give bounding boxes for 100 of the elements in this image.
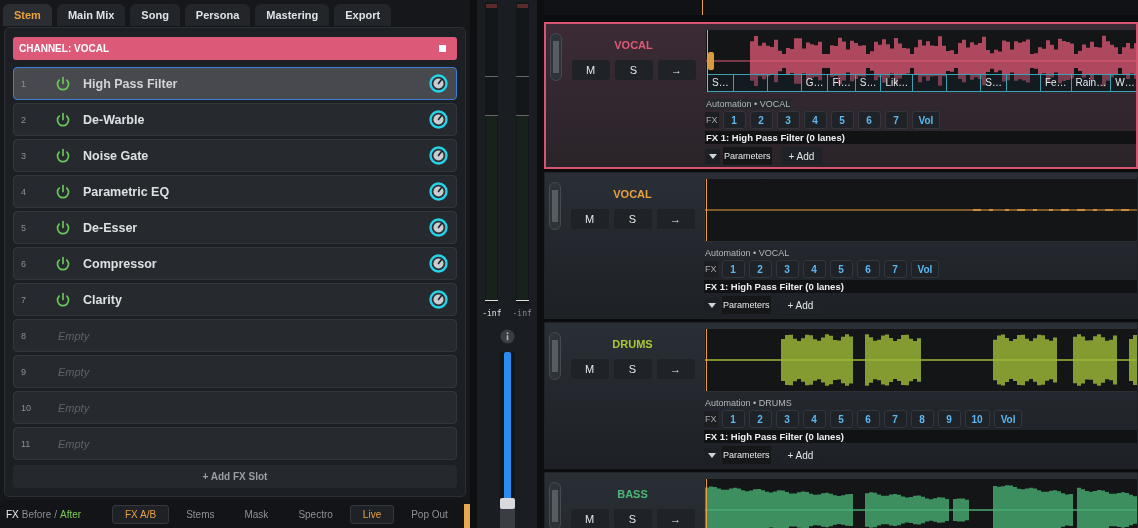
track-button[interactable]: M [571,60,610,80]
panel-tab[interactable]: Export [334,4,392,26]
view-button[interactable]: Mask [231,504,282,524]
fx-slot-button[interactable]: Vol [911,111,941,129]
expand-button[interactable] [705,148,720,164]
fx-slot-button[interactable]: 3 [775,260,799,278]
lyric-segment[interactable]: Fe… [1040,74,1072,92]
lyric-segment[interactable] [733,74,768,92]
knob-icon[interactable] [429,218,448,237]
knob-icon[interactable] [429,74,448,93]
knob-icon[interactable] [429,110,448,129]
fx-slot[interactable]: 10 Empty [13,391,457,424]
lyric-segment[interactable] [1006,74,1041,92]
panel-tab[interactable]: Mastering [255,4,330,26]
add-lane-button[interactable]: + Add [780,147,823,165]
fx-slot-button[interactable]: 10 [964,410,990,428]
fader-thumb[interactable] [499,497,515,509]
track-button[interactable]: → [657,60,696,80]
fx-slot-button[interactable]: 4 [802,410,826,428]
fx-slot[interactable]: 7 Clarity [13,283,457,316]
track-button[interactable]: S [613,359,652,379]
lyric-segment[interactable]: W… [1111,74,1136,92]
fx-slot[interactable]: 4 Parametric EQ [13,175,457,208]
panel-tab[interactable]: Stem [3,4,52,26]
add-fx-slot-button[interactable]: + Add FX Slot [13,465,457,488]
track-button[interactable]: S [614,60,653,80]
view-button[interactable]: Spectro [285,504,346,524]
drag-handle-icon[interactable] [550,33,562,81]
power-icon[interactable] [55,147,71,164]
track-button[interactable]: M [570,359,609,379]
fx-slot-button[interactable]: 1 [721,260,745,278]
fx-slot-button[interactable]: 3 [775,410,799,428]
fx-slot[interactable]: 8 Empty [13,319,457,352]
view-button[interactable]: Pop Out [398,504,461,524]
fx-slot-button[interactable]: 2 [748,260,772,278]
lyric-segment[interactable]: S… [981,74,1007,92]
fx-slot-button[interactable]: Vol [993,410,1023,428]
track-button[interactable]: → [656,209,695,229]
track-button[interactable]: M [570,209,609,229]
fx-slot-button[interactable]: 9 [937,410,961,428]
fx-slot-button[interactable]: 6 [856,260,880,278]
lyric-segment[interactable]: Rain… [1071,74,1112,92]
panel-tab[interactable]: Main Mix [56,4,126,26]
track-button[interactable]: S [613,209,652,229]
fx-slot-button[interactable]: 7 [883,260,907,278]
fx-slot-button[interactable]: 2 [749,111,773,129]
fx-slot-button[interactable]: 2 [748,410,772,428]
knob-icon[interactable] [429,254,448,273]
fx-slot[interactable]: 6 Compressor [13,247,457,280]
view-button[interactable]: Live [349,504,395,524]
lyric-segment[interactable]: Fi… [828,74,856,92]
view-button[interactable]: Stems [173,504,228,524]
track-button[interactable]: → [656,509,695,528]
power-icon[interactable] [55,75,71,92]
fx-slot-button[interactable]: 7 [883,410,907,428]
lyric-segment[interactable]: S… [708,74,734,92]
lyric-segment[interactable]: G… [801,74,829,92]
power-icon[interactable] [55,111,71,128]
fx-slot-button[interactable]: 3 [776,111,800,129]
fx-slot-button[interactable]: 1 [722,111,746,129]
fx-slot-button[interactable]: 5 [829,410,853,428]
fx-slot-button[interactable]: 6 [856,410,880,428]
compare-option[interactable]: After [60,508,82,520]
power-icon[interactable] [55,255,71,272]
track-lane[interactable]: BASS M S → [544,472,1138,528]
track-button[interactable]: S [613,509,652,528]
power-icon[interactable] [55,291,71,308]
track-lane[interactable]: DRUMS M S → Automation • DRUMS FX 1 2 3 4 5 6 7 8 9 10 Vol FX 1: High Pass Filter (0 lanes) Parameters + Add [544,322,1138,469]
panel-tab[interactable]: Persona [184,4,251,26]
fx-slot[interactable]: 2 De-Warble [13,103,457,136]
volume-fader[interactable] [499,352,515,528]
compare-option[interactable]: Before [21,508,52,520]
fx-slot[interactable]: 11 Empty [13,427,457,460]
expand-button[interactable] [704,447,719,463]
fx-slot-button[interactable]: 1 [721,410,745,428]
expand-button[interactable] [704,297,719,313]
clip-handle[interactable] [708,52,714,70]
lyric-segment[interactable]: Lik… [881,74,914,92]
fx-slot[interactable]: 9 Empty [13,355,457,388]
power-icon[interactable] [55,183,71,200]
drag-handle-icon[interactable] [549,482,561,528]
lyric-segment[interactable] [947,74,982,92]
power-icon[interactable] [55,219,71,236]
track-button[interactable]: M [570,509,609,528]
fx-slot-button[interactable]: 5 [829,260,853,278]
track-lane[interactable]: VOCAL M S → Automation • VOCAL FX 1 2 3 4 5 6 7 Vol FX 1: High Pass Filter (0 lanes) Parameters + Add [544,172,1138,319]
track-button[interactable]: → [656,359,695,379]
fx-slot-button[interactable]: 4 [803,111,827,129]
track-lane[interactable]: VOCAL M S → S… G… Fi… S… Lik… S… Fe… Rain… W… Automation • VOCAL FX 1 2 3 4 5 6 7 Vol FX 1: High Pass Filter (0 lanes) Parameters + Add [544,22,1138,169]
fx-slot-button[interactable]: 4 [802,260,826,278]
drag-handle-icon[interactable] [549,332,561,380]
view-button[interactable]: FX A/B [112,504,170,524]
knob-icon[interactable] [429,146,448,165]
fx-slot-button[interactable]: 7 [884,111,908,129]
lyric-segment[interactable] [913,74,948,92]
fx-slot-button[interactable]: 5 [830,111,854,129]
fx-slot[interactable]: 1 High Pass Filter [13,67,457,100]
fx-slot[interactable]: 5 De-Esser [13,211,457,244]
panel-tab[interactable]: Song [130,4,180,26]
info-icon[interactable] [499,329,515,344]
